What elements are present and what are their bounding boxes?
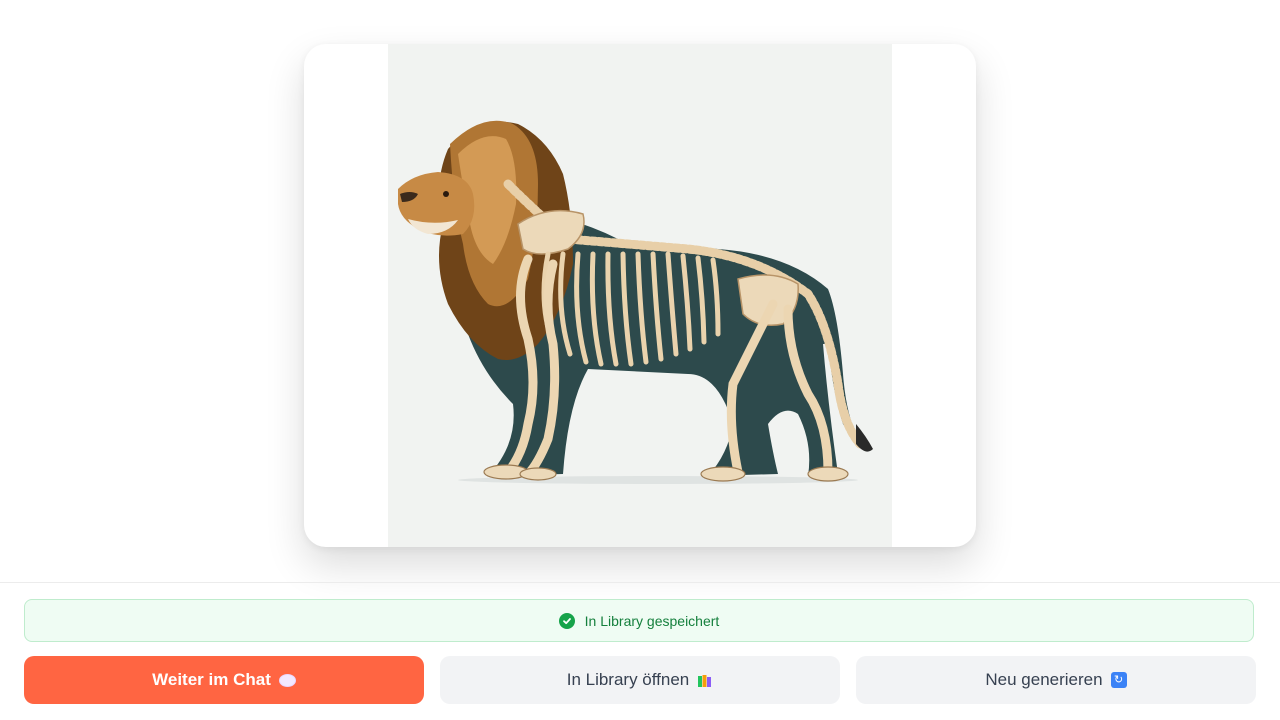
footer-divider [0,582,1280,583]
speech-bubble-icon [278,673,296,687]
open-library-button[interactable]: In Library öffnen [440,656,840,704]
generated-image[interactable] [388,44,892,547]
status-text: In Library gespeichert [584,612,720,629]
lion-skeleton-illustration [388,44,892,547]
books-icon [697,673,713,687]
open-library-label: In Library öffnen [566,670,690,689]
refresh-icon: ↻ [1110,672,1127,688]
continue-chat-button[interactable]: Weiter im Chat [24,656,424,704]
regenerate-button[interactable]: Neu generieren ↻ [856,656,1256,704]
saved-status-banner: In Library gespeichert [24,599,1254,642]
check-circle-icon [558,612,575,629]
image-card [304,44,976,547]
image-stage [0,0,1280,582]
regenerate-label: Neu generieren [985,670,1103,689]
continue-chat-label: Weiter im Chat [152,670,271,689]
